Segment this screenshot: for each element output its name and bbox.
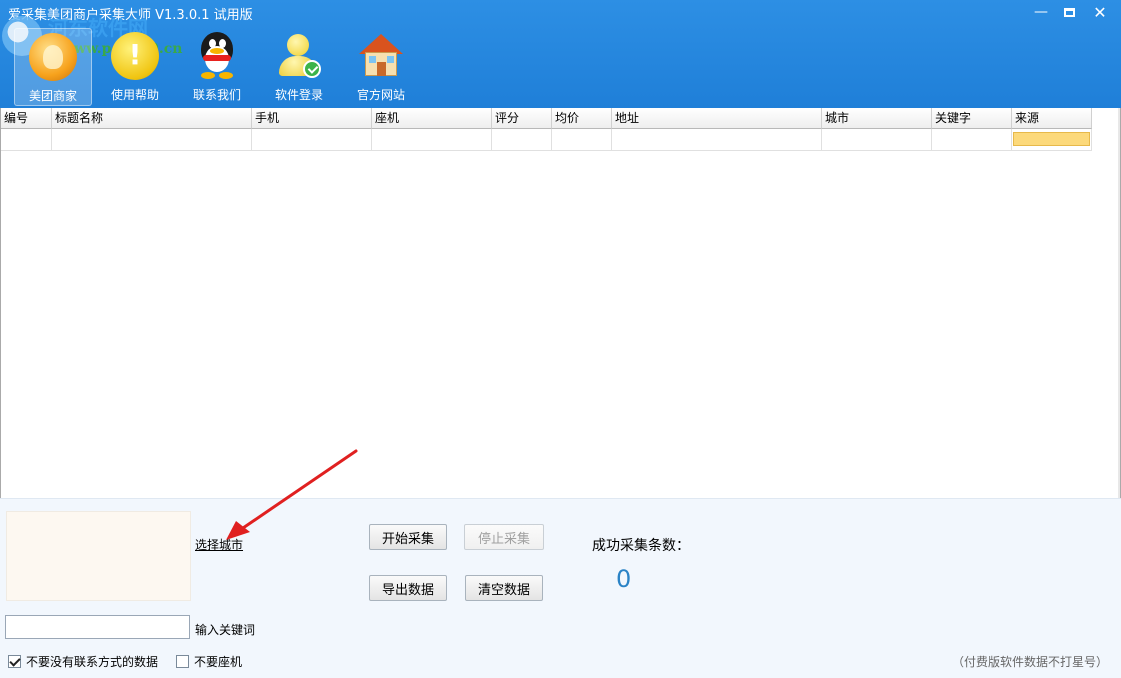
maximize-icon (1063, 7, 1075, 17)
exclude-landline-checkbox[interactable]: 不要座机 (176, 653, 242, 670)
start-collect-button[interactable]: 开始采集 (369, 524, 447, 550)
control-panel: 选择城市 输入关键词 不要没有联系方式的数据 不要座机 开始采集 停止采集 导出… (0, 498, 1121, 678)
column-header-keyword[interactable]: 关键字 (932, 108, 1012, 129)
column-header-title[interactable]: 标题名称 (52, 108, 252, 129)
toolbar-item-contact[interactable]: 联系我们 (178, 28, 256, 106)
success-count-label: 成功采集条数： (592, 538, 690, 554)
user-login-icon (275, 32, 323, 80)
data-grid[interactable]: 编号 标题名称 手机 座机 评分 均价 地址 城市 关键字 来源 (0, 108, 1121, 498)
close-button[interactable]: ✕ (1083, 0, 1117, 24)
table-cell[interactable] (492, 129, 552, 151)
select-city-link[interactable]: 选择城市 (195, 536, 243, 553)
table-cell[interactable] (552, 129, 612, 151)
column-header-source[interactable]: 来源 (1012, 108, 1092, 129)
table-cell[interactable] (612, 129, 822, 151)
home-icon (357, 32, 405, 80)
toolbar-item-help[interactable]: 使用帮助 (96, 28, 174, 106)
table-cell[interactable] (1, 129, 52, 151)
toolbar-item-label: 软件登录 (274, 88, 323, 102)
export-data-button[interactable]: 导出数据 (369, 575, 447, 601)
checkbox-checked-icon[interactable] (8, 655, 21, 668)
column-header-mobile[interactable]: 手机 (252, 108, 372, 129)
table-cell[interactable] (822, 129, 932, 151)
maximize-button[interactable] (1052, 0, 1086, 24)
qq-penguin-icon (193, 32, 241, 80)
minimize-icon: — (1034, 4, 1048, 20)
keyword-input[interactable] (5, 615, 190, 639)
checkbox-label: 不要座机 (194, 655, 243, 669)
checkbox-unchecked-icon[interactable] (176, 655, 189, 668)
toolbar-item-label: 使用帮助 (110, 88, 159, 102)
toolbar-item-label: 联系我们 (192, 88, 241, 102)
grid-header: 编号 标题名称 手机 座机 评分 均价 地址 城市 关键字 来源 (1, 108, 1092, 129)
clear-data-button[interactable]: 清空数据 (465, 575, 543, 601)
table-row[interactable] (1, 129, 1092, 151)
selected-table-cell[interactable] (1012, 129, 1092, 151)
title-bar: 爱采集美团商户采集大师 V1.3.0.1 试用版 河东软件网 www.pc035… (0, 0, 1121, 108)
close-icon: ✕ (1093, 2, 1107, 22)
toolbar-item-login[interactable]: 软件登录 (260, 28, 338, 106)
meituan-icon (29, 33, 77, 81)
grid-right-edge (1118, 108, 1120, 498)
toolbar-item-website[interactable]: 官方网站 (342, 28, 420, 106)
column-header-id[interactable]: 编号 (1, 108, 52, 129)
toolbar-item-meituan-merchants[interactable]: 美团商家 (14, 28, 92, 106)
paid-version-note: （付费版软件数据不打星号） (952, 655, 1109, 669)
column-header-address[interactable]: 地址 (612, 108, 822, 129)
toolbar-item-label: 美团商家 (28, 89, 77, 103)
column-header-avg-price[interactable]: 均价 (552, 108, 612, 129)
table-cell[interactable] (252, 129, 372, 151)
window-title: 爱采集美团商户采集大师 V1.3.0.1 试用版 (8, 8, 253, 23)
toolbar: 美团商家 使用帮助 联系我们 软件登录 官方网站 (14, 28, 424, 106)
toolbar-item-label: 官方网站 (356, 88, 405, 102)
checkbox-label: 不要没有联系方式的数据 (26, 655, 159, 669)
table-cell[interactable] (52, 129, 252, 151)
table-cell[interactable] (932, 129, 1012, 151)
selection-highlight (1013, 132, 1090, 146)
keyword-label: 输入关键词 (195, 623, 256, 637)
city-list-box[interactable] (6, 511, 191, 601)
success-count-value: 0 (616, 565, 632, 593)
help-icon (111, 32, 159, 80)
column-header-city[interactable]: 城市 (822, 108, 932, 129)
table-cell[interactable] (372, 129, 492, 151)
stop-collect-button[interactable]: 停止采集 (464, 524, 544, 550)
column-header-landline[interactable]: 座机 (372, 108, 492, 129)
exclude-no-contact-checkbox[interactable]: 不要没有联系方式的数据 (8, 653, 158, 670)
column-header-rating[interactable]: 评分 (492, 108, 552, 129)
